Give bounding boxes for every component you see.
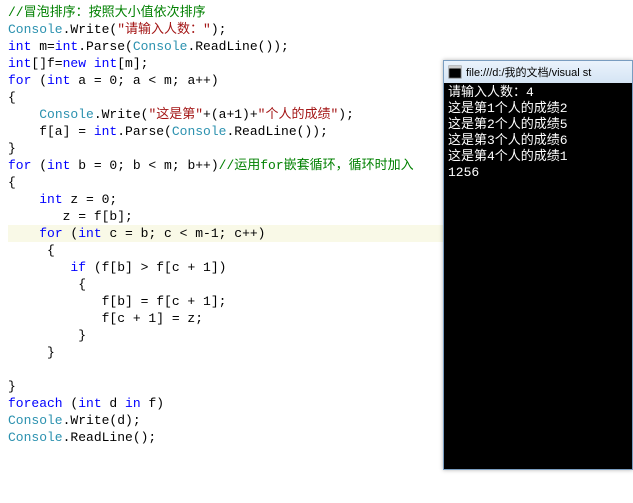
console-icon (448, 65, 462, 79)
code-token: for (8, 73, 31, 88)
code-token: Console (8, 22, 63, 37)
code-token: ( (31, 73, 47, 88)
code-line[interactable]: int m=int.Parse(Console.ReadLine()); (8, 38, 625, 55)
code-token: "这是第" (148, 107, 203, 122)
code-token: z = 0; (63, 192, 118, 207)
code-token: "请输入人数：" (117, 22, 211, 37)
code-token: .Write( (63, 22, 118, 37)
code-token: ( (31, 158, 47, 173)
code-token: .ReadLine(); (63, 430, 157, 445)
code-token: .Parse( (78, 39, 133, 54)
code-token: []f= (31, 56, 62, 71)
code-token (8, 260, 70, 275)
code-token: Console (8, 413, 63, 428)
code-token: Console (39, 107, 94, 122)
code-token: if (70, 260, 86, 275)
code-token: "个人的成绩" (258, 107, 339, 122)
code-token: for (8, 158, 31, 173)
code-token: foreach (8, 396, 63, 411)
code-token: int (55, 39, 78, 54)
console-titlebar[interactable]: file:///d:/我的文档/visual st (444, 61, 632, 83)
code-token: (f[b] > f[c + 1]) (86, 260, 226, 275)
code-token: int (39, 192, 62, 207)
code-token: int (8, 56, 31, 71)
code-token: ); (211, 22, 227, 37)
code-token: for (39, 226, 62, 241)
code-token: .Write(d); (63, 413, 141, 428)
code-token: b = 0; b < m; b++) (70, 158, 218, 173)
code-token (86, 56, 94, 71)
code-token: //运用for嵌套循环，循环时加入 (219, 158, 414, 173)
code-token: int (94, 56, 117, 71)
code-token: new (63, 56, 86, 71)
code-token: Console (172, 124, 227, 139)
code-token: int (78, 396, 101, 411)
code-token: c = b; c < m-1; c++) (102, 226, 266, 241)
code-token: //冒泡排序：按照大小值依次排序 (8, 5, 206, 20)
code-token: f) (141, 396, 164, 411)
code-token: ( (63, 396, 79, 411)
console-output: 请输入人数：4 这是第1个人的成绩2 这是第2个人的成绩5 这是第3个人的成绩6… (444, 83, 632, 183)
code-token: int (78, 226, 101, 241)
console-title-text: file:///d:/我的文档/visual st (466, 64, 591, 80)
code-token: int (94, 124, 117, 139)
code-token: a = 0; a < m; a++) (70, 73, 218, 88)
code-token: int (8, 39, 31, 54)
code-token: { (8, 175, 16, 190)
code-token: ( (63, 226, 79, 241)
code-token: } (8, 345, 55, 360)
code-token: f[b] = f[c + 1]; (8, 294, 226, 309)
code-token: int (47, 73, 70, 88)
code-token: m= (31, 39, 54, 54)
code-token (8, 192, 39, 207)
code-token: .Write( (94, 107, 149, 122)
code-token: } (8, 141, 16, 156)
code-token: z = f[b]; (8, 209, 133, 224)
code-token: } (8, 379, 16, 394)
code-token: +(a+1)+ (203, 107, 258, 122)
code-token: f[c + 1] = z; (8, 311, 203, 326)
code-token: ); (338, 107, 354, 122)
code-token: in (125, 396, 141, 411)
code-token: { (8, 90, 16, 105)
code-token: { (8, 243, 55, 258)
code-token: .ReadLine()); (187, 39, 288, 54)
code-line[interactable]: Console.Write("请输入人数："); (8, 21, 625, 38)
code-token: d (102, 396, 125, 411)
code-token: { (8, 277, 86, 292)
console-window: file:///d:/我的文档/visual st 请输入人数：4 这是第1个人… (443, 60, 633, 470)
code-token: .Parse( (117, 124, 172, 139)
code-token: [m]; (117, 56, 148, 71)
code-line[interactable]: //冒泡排序：按照大小值依次排序 (8, 4, 625, 21)
code-token (8, 226, 39, 241)
code-token (8, 107, 39, 122)
code-token: .ReadLine()); (226, 124, 327, 139)
code-token: f[a] = (8, 124, 94, 139)
code-token (8, 362, 39, 377)
code-token: int (47, 158, 70, 173)
code-token: Console (8, 430, 63, 445)
code-token: } (8, 328, 86, 343)
code-token: Console (133, 39, 188, 54)
